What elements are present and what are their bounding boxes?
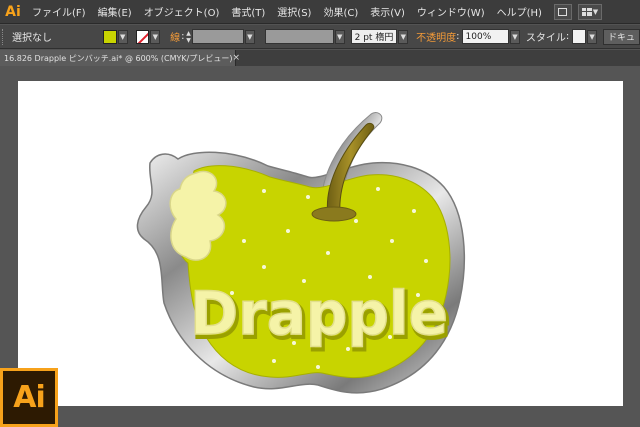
menu-view[interactable]: 表示(V) — [364, 4, 411, 19]
selection-status: 選択なし — [11, 33, 52, 44]
document-setup-button[interactable]: ドキュ — [602, 28, 640, 45]
fill-dropdown[interactable]: ▼ — [117, 29, 128, 44]
close-icon[interactable]: × — [232, 53, 240, 63]
style-dropdown[interactable]: ▼ — [587, 29, 598, 44]
opacity-label[interactable]: 不透明度 — [416, 29, 456, 44]
stroke-swatch[interactable] — [135, 29, 150, 44]
style-swatch[interactable] — [572, 29, 587, 44]
control-bar: 選択なし ▼ ▼ 線 : ▲ ▼ ▼ ▼ 2 pt 楕円 ▼ 不透明度 : 100… — [0, 25, 640, 49]
tab-title: 16.826 Drapple ピンバッチ.ai* @ 600% (CMYK/プレ… — [4, 53, 233, 63]
bridge-button[interactable] — [553, 3, 572, 20]
fill-swatch[interactable] — [102, 29, 117, 44]
variable-width-profile[interactable] — [264, 29, 334, 44]
document-tabs: 16.826 Drapple ピンバッチ.ai* @ 600% (CMYK/プレ… — [0, 50, 640, 66]
artboard[interactable]: Drapple Drapple — [18, 81, 623, 406]
stroke-weight-input[interactable] — [192, 29, 244, 44]
illustrator-badge: Ai — [0, 368, 58, 427]
bridge-icon — [558, 7, 568, 16]
menu-type[interactable]: 書式(T) — [225, 4, 271, 19]
menu-bar: Ai ファイル(F) 編集(E) オブジェクト(O) 書式(T) 選択(S) 効… — [0, 0, 640, 24]
canvas-workspace[interactable]: Drapple Drapple — [0, 66, 640, 427]
menu-edit[interactable]: 編集(E) — [92, 4, 138, 19]
menu-help[interactable]: ヘルプ(H) — [491, 4, 548, 19]
drapple-text: Drapple — [190, 279, 448, 349]
style-label: スタイル — [525, 33, 566, 44]
arrange-documents-button[interactable]: ▼ — [577, 3, 602, 20]
tab-document[interactable]: 16.826 Drapple ピンバッチ.ai* @ 600% (CMYK/プレ… — [0, 50, 240, 66]
ai-logo-icon: Ai — [13, 380, 46, 415]
app-logo: Ai — [5, 3, 21, 20]
stem-base — [311, 206, 357, 222]
opacity-input[interactable]: 100% — [461, 29, 510, 44]
stroke-label[interactable]: 線 — [170, 29, 180, 44]
stroke-weight-stepper[interactable]: ▲ ▼ — [185, 30, 193, 44]
panel-grip[interactable] — [2, 28, 6, 45]
profile-dropdown[interactable]: ▼ — [334, 29, 345, 44]
menu-object[interactable]: オブジェクト(O) — [138, 4, 226, 19]
chevron-down-icon: ▼ — [592, 7, 599, 16]
menu-file[interactable]: ファイル(F) — [26, 4, 92, 19]
brush-definition[interactable]: 2 pt 楕円 — [350, 29, 398, 44]
grid-icon — [581, 7, 592, 16]
stroke-dropdown[interactable]: ▼ — [150, 29, 161, 44]
opacity-dropdown[interactable]: ▼ — [510, 29, 520, 44]
menu-window[interactable]: ウィンドウ(W) — [411, 4, 491, 19]
brush-dropdown[interactable]: ▼ — [398, 29, 409, 44]
menu-effect[interactable]: 効果(C) — [317, 4, 364, 19]
stroke-weight-dropdown[interactable]: ▼ — [244, 29, 255, 44]
apple-artwork[interactable]: Drapple Drapple — [18, 81, 623, 406]
menu-select[interactable]: 選択(S) — [271, 4, 317, 19]
illustrator-window: Ai ファイル(F) 編集(E) オブジェクト(O) 書式(T) 選択(S) 効… — [0, 0, 640, 427]
